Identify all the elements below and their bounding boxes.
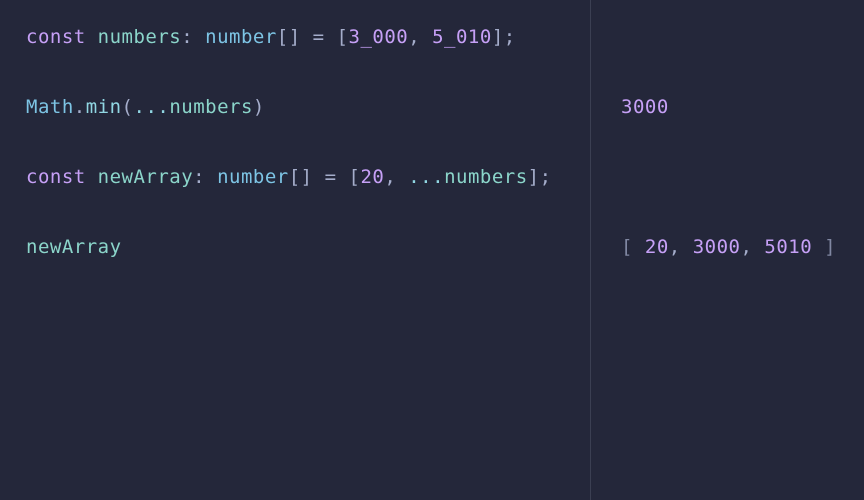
spread-operator: ... [134,94,170,121]
bracket-close: ] [289,24,301,51]
method-min: min [86,94,122,121]
array-open: [ [348,164,360,191]
code-editor-panel[interactable]: const numbers: number[] = [3_000, 5_010]… [0,0,590,500]
dot: . [74,94,86,121]
code-line-2[interactable]: Math.min(...numbers) [26,94,590,120]
output-line-1 [621,24,864,50]
type-number: number [217,164,289,191]
output-value: 5010 [764,234,812,261]
colon: : [181,24,193,51]
paren-open: ( [122,94,134,121]
number-literal: 3_000 [349,24,409,51]
bracket-close: ] [301,164,313,191]
identifier-numbers: numbers [98,24,182,51]
paren-close: ) [253,94,265,121]
semicolon: ; [504,24,516,51]
bracket-open: [ [277,24,289,51]
output-line-2: 3000 [621,94,864,120]
spread-operator: ... [408,164,444,191]
output-comma: , [740,234,752,261]
output-panel: 3000 [ 20, 3000, 5010 ] [590,0,864,500]
code-line-1[interactable]: const numbers: number[] = [3_000, 5_010]… [26,24,590,50]
output-line-3 [621,164,864,190]
output-bracket-close: ] [824,234,836,261]
bracket-open: [ [289,164,301,191]
comma: , [408,24,420,51]
array-close: ] [528,164,540,191]
identifier-numbers: numbers [169,94,253,121]
identifier-numbers: numbers [444,164,528,191]
output-value: 20 [645,234,669,261]
equals: = [313,24,325,51]
array-open: [ [337,24,349,51]
number-literal: 5_010 [432,24,492,51]
colon: : [193,164,205,191]
identifier-newarray: newArray [98,164,194,191]
semicolon: ; [540,164,552,191]
code-line-4[interactable]: newArray [26,234,590,260]
keyword-const: const [26,164,86,191]
output-line-4: [ 20, 3000, 5010 ] [621,234,864,260]
type-number: number [205,24,277,51]
code-line-3[interactable]: const newArray: number[] = [20, ...numbe… [26,164,590,190]
output-value: 3000 [621,94,669,121]
comma: , [384,164,396,191]
array-close: ] [492,24,504,51]
output-comma: , [669,234,681,261]
equals: = [325,164,337,191]
global-math: Math [26,94,74,121]
identifier-newarray: newArray [26,234,122,261]
keyword-const: const [26,24,86,51]
output-bracket-open: [ [621,234,633,261]
number-literal: 20 [360,164,384,191]
output-value: 3000 [693,234,741,261]
